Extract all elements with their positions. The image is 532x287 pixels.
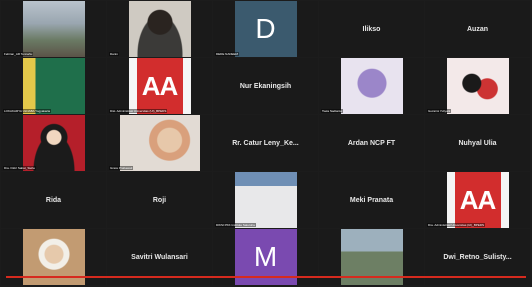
- participant-name: Auzan: [467, 25, 488, 33]
- avatar: D: [234, 1, 297, 57]
- participant-tile[interactable]: D DEDE NADEEM: [213, 1, 318, 57]
- participant-label: Grace Prabawati: [109, 166, 134, 170]
- participant-tile[interactable]: Grace Prabawati: [107, 115, 212, 171]
- participant-label: Guzaimi Yuliyani: [427, 109, 452, 113]
- participant-tile[interactable]: Nur Ekaningsih: [213, 58, 318, 114]
- avatar: AA: [446, 172, 509, 228]
- participant-tile[interactable]: LOKAKARYA ULNABA Yogyakarta: [1, 58, 106, 114]
- progress-line: [6, 276, 526, 278]
- participant-tile[interactable]: Nuhyal Ulia: [425, 115, 530, 171]
- participant-tile[interactable]: Guzaimi Yuliyani: [425, 58, 530, 114]
- participant-video: [22, 115, 85, 171]
- participant-name: Dwi_Retno_Sulisty...: [443, 253, 512, 261]
- participant-name: Nur Ekaningsih: [239, 82, 292, 90]
- participant-tile[interactable]: Febrian_AR Tennahu: [1, 1, 106, 57]
- participant-name: Roji: [152, 196, 167, 204]
- participant-tile[interactable]: Rida: [1, 172, 106, 228]
- participant-tile[interactable]: AA Dist. Administrasi Universitas (UI)_B…: [107, 58, 212, 114]
- participant-name: Savitri Wulansari: [131, 253, 188, 261]
- participant-tile[interactable]: Danin: [107, 1, 212, 57]
- participant-label: DIKSI PKK Institute Satutoha: [215, 223, 256, 227]
- participant-name: Rr. Catur Leny_Ke...: [232, 139, 299, 147]
- participant-label: Dra. Administrasi Universitas (UI)_BPEDS: [427, 223, 486, 227]
- participant-tile[interactable]: Auzan: [425, 1, 530, 57]
- participant-name: Meki Pranata: [349, 196, 394, 204]
- participant-video: [22, 58, 85, 114]
- participant-label: Febrian_AR Tennahu: [3, 52, 34, 56]
- participant-video: [234, 172, 297, 228]
- participant-tile[interactable]: Ardan NCP FT: [319, 115, 424, 171]
- participant-video: [128, 1, 191, 57]
- participant-tile[interactable]: Rr. Catur Leny_Ke...: [213, 115, 318, 171]
- participant-video: [446, 58, 509, 114]
- participant-name: Ilikso: [362, 25, 381, 33]
- participant-tile[interactable]: Tsela Nadianta: [319, 58, 424, 114]
- participant-name: Ardan NCP FT: [347, 139, 396, 147]
- participant-video: [119, 115, 200, 171]
- participant-tile[interactable]: Roji: [107, 172, 212, 228]
- avatar: AA: [128, 58, 191, 114]
- participant-video: [340, 58, 403, 114]
- participant-name: Nuhyal Ulia: [458, 139, 497, 147]
- participant-grid: Febrian_AR Tennahu Danin D DEDE NADEEM I…: [0, 0, 532, 287]
- participant-tile[interactable]: Dra. Fiktri Sabat_Siehe: [1, 115, 106, 171]
- aa-logo: AA: [136, 58, 183, 114]
- participant-label: Tsela Nadianta: [321, 109, 343, 113]
- participant-tile[interactable]: Meki Pranata: [319, 172, 424, 228]
- participant-label: Danin: [109, 52, 119, 56]
- participant-label: Dra. Fiktri Sabat_Siehe: [3, 166, 37, 170]
- participant-tile[interactable]: Ilikso: [319, 1, 424, 57]
- participant-name: Rida: [45, 196, 62, 204]
- participant-tile[interactable]: DIKSI PKK Institute Satutoha: [213, 172, 318, 228]
- participant-label: DEDE NADEEM: [215, 52, 240, 56]
- participant-tile[interactable]: AA Dra. Administrasi Universitas (UI)_BP…: [425, 172, 530, 228]
- participant-video: [22, 1, 85, 57]
- participant-label: LOKAKARYA ULNABA Yogyakarta: [3, 109, 52, 113]
- aa-logo: AA: [454, 172, 501, 228]
- participant-label: Dist. Administrasi Universitas (UI)_BPED…: [109, 109, 168, 113]
